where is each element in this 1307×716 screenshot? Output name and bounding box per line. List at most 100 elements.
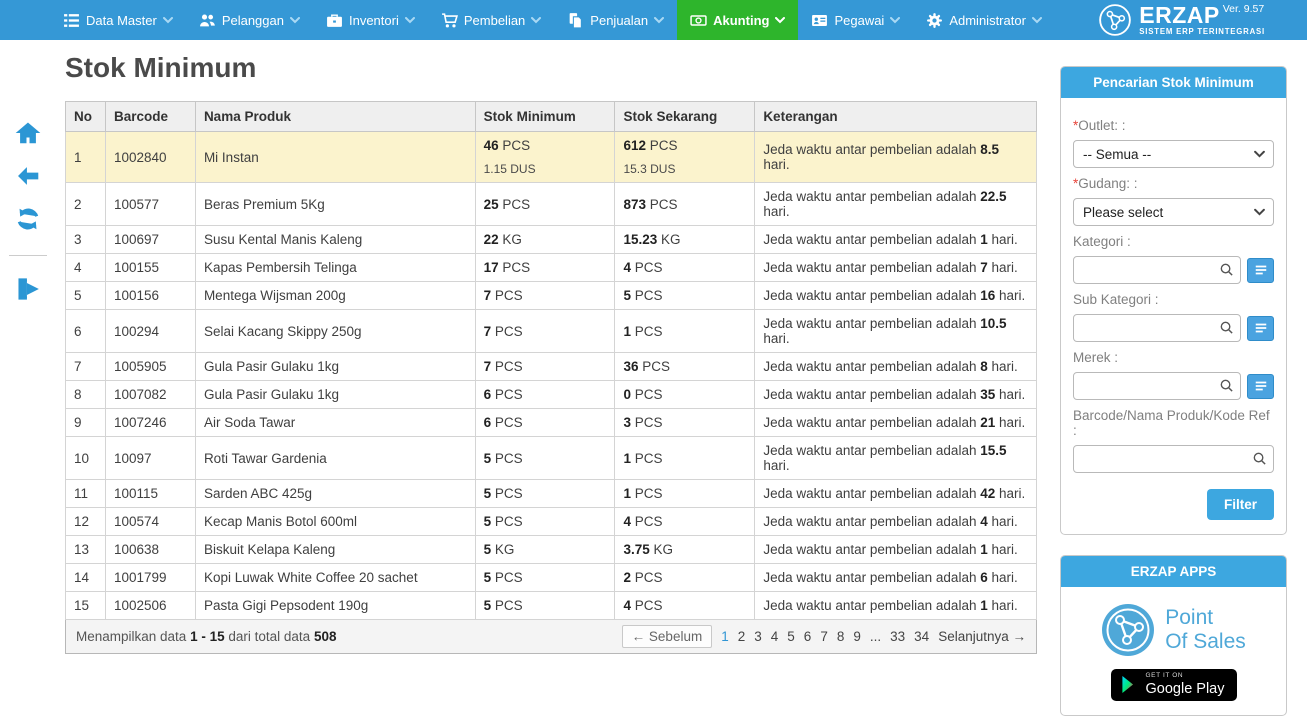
logout-button[interactable] bbox=[15, 276, 41, 302]
table-row[interactable]: 2 100577 Beras Premium 5Kg 25 PCS 873 PC… bbox=[66, 183, 1037, 226]
pagination-page-4[interactable]: 4 bbox=[771, 629, 779, 644]
nav-label: Pembelian bbox=[464, 13, 525, 28]
cell-stock-min: 7 PCS bbox=[475, 282, 615, 310]
cell-no: 1 bbox=[66, 132, 106, 183]
cell-stock-current: 1 PCS bbox=[615, 310, 755, 353]
table-row[interactable]: 15 1002506 Pasta Gigi Pepsodent 190g 5 P… bbox=[66, 592, 1037, 620]
home-button[interactable] bbox=[15, 120, 41, 146]
search-icon bbox=[1219, 320, 1234, 335]
pagination-page-2[interactable]: 2 bbox=[738, 629, 746, 644]
pagination-prev-button[interactable]: ← Sebelum bbox=[622, 625, 713, 648]
page-title: Stok Minimum bbox=[65, 52, 1037, 84]
cell-note: Jeda waktu antar pembelian adalah 21 har… bbox=[755, 409, 1037, 437]
pagination-next-button[interactable]: Selanjutnya → bbox=[938, 629, 1026, 644]
cell-no: 12 bbox=[66, 508, 106, 536]
nav-item-pegawai[interactable]: Pegawai bbox=[798, 0, 913, 40]
pagination-page-34[interactable]: 34 bbox=[914, 629, 929, 644]
table-row[interactable]: 11 100115 Sarden ABC 425g 5 PCS 1 PCS Je… bbox=[66, 480, 1037, 508]
chevron-down-icon bbox=[405, 17, 415, 24]
col-header-stok-sekarang: Stok Sekarang bbox=[615, 102, 755, 132]
cell-no: 11 bbox=[66, 480, 106, 508]
barcode-input[interactable] bbox=[1073, 445, 1274, 473]
cell-stock-current: 1 PCS bbox=[615, 437, 755, 480]
search-icon bbox=[1219, 378, 1234, 393]
gudang-select[interactable]: Please select bbox=[1073, 198, 1274, 226]
cell-stock-current: 4 PCS bbox=[615, 508, 755, 536]
table-row[interactable]: 9 1007246 Air Soda Tawar 6 PCS 3 PCS Jed… bbox=[66, 409, 1037, 437]
col-header-stok-minimum: Stok Minimum bbox=[475, 102, 615, 132]
nav-item-inventori[interactable]: Inventori bbox=[313, 0, 428, 40]
cell-stock-min: 5 PCS bbox=[475, 592, 615, 620]
outlet-select[interactable]: -- Semua -- bbox=[1073, 140, 1274, 168]
cell-product-name: Mi Instan bbox=[195, 132, 475, 183]
cell-product-name: Kopi Luwak White Coffee 20 sachet bbox=[195, 564, 475, 592]
google-play-badge[interactable]: GET IT ON Google Play bbox=[1111, 669, 1237, 701]
main-content: Stok Minimum No Barcode Nama Produk Stok… bbox=[65, 52, 1037, 654]
pos-app-link[interactable]: Point Of Sales bbox=[1069, 603, 1278, 657]
nav-item-data-master[interactable]: Data Master bbox=[50, 0, 186, 40]
table-row[interactable]: 5 100156 Mentega Wijsman 200g 7 PCS 5 PC… bbox=[66, 282, 1037, 310]
nav-item-penjualan[interactable]: Penjualan bbox=[554, 0, 677, 40]
cell-stock-min: 5 PCS bbox=[475, 564, 615, 592]
table-row[interactable]: 3 100697 Susu Kental Manis Kaleng 22 KG … bbox=[66, 226, 1037, 254]
customers-icon bbox=[199, 12, 216, 29]
pagination-page-33[interactable]: 33 bbox=[890, 629, 905, 644]
nav-label: Data Master bbox=[86, 13, 157, 28]
table-row[interactable]: 4 100155 Kapas Pembersih Telinga 17 PCS … bbox=[66, 254, 1037, 282]
kategori-list-button[interactable] bbox=[1247, 258, 1274, 283]
cell-barcode: 100155 bbox=[105, 254, 195, 282]
table-row[interactable]: 13 100638 Biskuit Kelapa Kaleng 5 KG 3.7… bbox=[66, 536, 1037, 564]
cell-stock-current: 612 PCS15.3 DUS bbox=[615, 132, 755, 183]
cell-stock-min: 17 PCS bbox=[475, 254, 615, 282]
brand-text: ERZAPVer. 9.57 SISTEM ERP TERINTEGRASI bbox=[1139, 4, 1265, 36]
cell-stock-min: 22 KG bbox=[475, 226, 615, 254]
apps-panel: ERZAP APPS Point Of Sales GET IT ON Goog… bbox=[1060, 555, 1287, 716]
table-row[interactable]: 12 100574 Kecap Manis Botol 600ml 5 PCS … bbox=[66, 508, 1037, 536]
cell-note: Jeda waktu antar pembelian adalah 35 har… bbox=[755, 381, 1037, 409]
brand-logo[interactable]: ERZAPVer. 9.57 SISTEM ERP TERINTEGRASI bbox=[1098, 0, 1265, 40]
filter-button[interactable]: Filter bbox=[1207, 489, 1274, 520]
kategori-input[interactable] bbox=[1073, 256, 1241, 284]
back-button[interactable] bbox=[15, 163, 41, 189]
sub-kategori-list-button[interactable] bbox=[1247, 316, 1274, 341]
kategori-label: Kategori : bbox=[1073, 234, 1274, 249]
list-icon bbox=[1254, 321, 1268, 335]
top-nav: Data Master Pelanggan Inventori Pembelia… bbox=[0, 0, 1307, 40]
cell-stock-min: 6 PCS bbox=[475, 409, 615, 437]
table-row[interactable]: 6 100294 Selai Kacang Skippy 250g 7 PCS … bbox=[66, 310, 1037, 353]
sub-kategori-input[interactable] bbox=[1073, 314, 1241, 342]
cell-stock-current: 0 PCS bbox=[615, 381, 755, 409]
chevron-down-icon bbox=[654, 17, 664, 24]
pagination-page-8[interactable]: 8 bbox=[837, 629, 845, 644]
nav-item-pelanggan[interactable]: Pelanggan bbox=[186, 0, 313, 40]
cell-product-name: Kecap Manis Botol 600ml bbox=[195, 508, 475, 536]
cell-note: Jeda waktu antar pembelian adalah 6 hari… bbox=[755, 564, 1037, 592]
cell-barcode: 100577 bbox=[105, 183, 195, 226]
merek-input[interactable] bbox=[1073, 372, 1241, 400]
table-row[interactable]: 7 1005905 Gula Pasir Gulaku 1kg 7 PCS 36… bbox=[66, 353, 1037, 381]
pagination-page-3[interactable]: 3 bbox=[754, 629, 762, 644]
table-row[interactable]: 14 1001799 Kopi Luwak White Coffee 20 sa… bbox=[66, 564, 1037, 592]
pagination-page-7[interactable]: 7 bbox=[820, 629, 828, 644]
cell-stock-current: 5 PCS bbox=[615, 282, 755, 310]
pagination-page-5[interactable]: 5 bbox=[787, 629, 795, 644]
cell-stock-min: 6 PCS bbox=[475, 381, 615, 409]
cell-barcode: 100574 bbox=[105, 508, 195, 536]
table-row[interactable]: 1 1002840 Mi Instan 46 PCS1.15 DUS 612 P… bbox=[66, 132, 1037, 183]
nav-item-administrator[interactable]: Administrator bbox=[913, 0, 1055, 40]
cell-note: Jeda waktu antar pembelian adalah 10.5 h… bbox=[755, 310, 1037, 353]
nav-item-pembelian[interactable]: Pembelian bbox=[428, 0, 554, 40]
pagination-page-9[interactable]: 9 bbox=[853, 629, 861, 644]
cell-stock-min: 5 PCS bbox=[475, 480, 615, 508]
table-row[interactable]: 8 1007082 Gula Pasir Gulaku 1kg 6 PCS 0 … bbox=[66, 381, 1037, 409]
cell-stock-current: 2 PCS bbox=[615, 564, 755, 592]
merek-list-button[interactable] bbox=[1247, 374, 1274, 399]
nav-item-akunting[interactable]: Akunting bbox=[677, 0, 798, 40]
money-icon bbox=[690, 12, 707, 29]
cell-stock-min: 7 PCS bbox=[475, 310, 615, 353]
table-row[interactable]: 10 10097 Roti Tawar Gardenia 5 PCS 1 PCS… bbox=[66, 437, 1037, 480]
refresh-button[interactable] bbox=[15, 206, 41, 232]
cell-note: Jeda waktu antar pembelian adalah 1 hari… bbox=[755, 226, 1037, 254]
pagination-page-6[interactable]: 6 bbox=[804, 629, 812, 644]
pagination-page-1[interactable]: 1 bbox=[721, 629, 729, 644]
